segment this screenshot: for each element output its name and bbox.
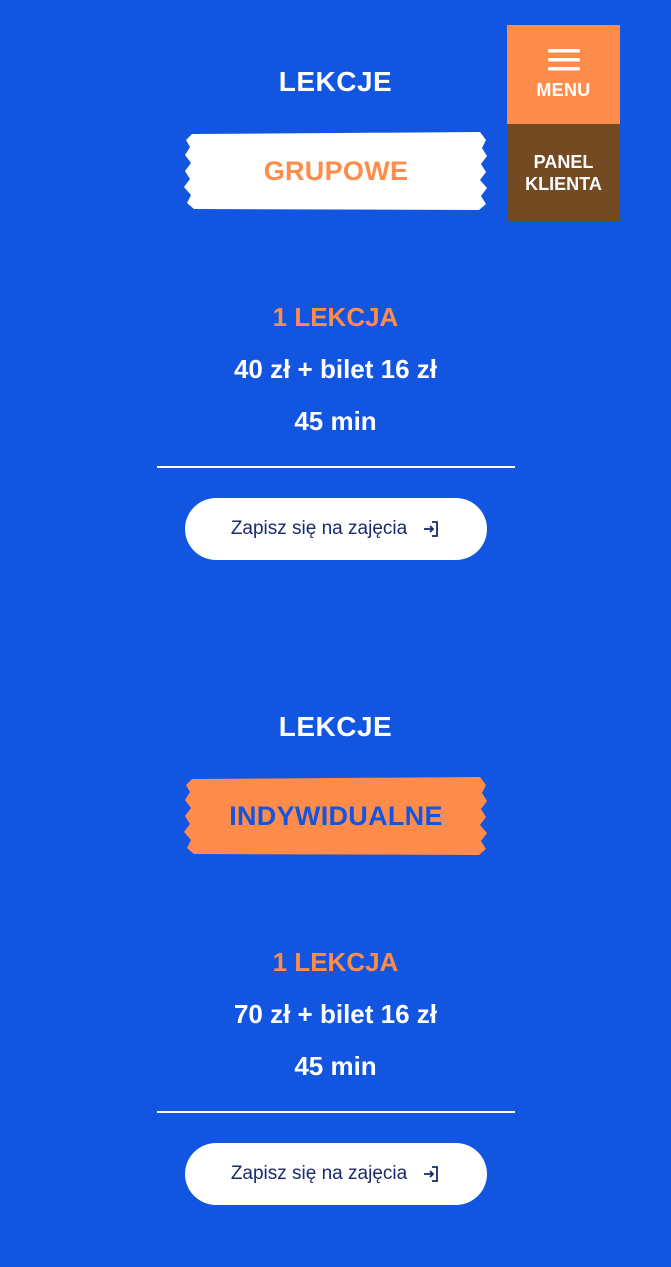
panel-label-line1: PANEL [533,151,594,172]
divider [157,1111,515,1113]
price-title: 1 LEKCJA [272,947,399,977]
sign-in-icon [421,1164,441,1184]
client-panel-button[interactable]: PANEL KLIENTA [507,124,620,221]
price-title: 1 LEKCJA [272,302,399,332]
signup-button-label: Zapisz się na zajęcia [230,518,408,539]
signup-button[interactable]: Zapisz się na zajęcia [185,1143,487,1205]
signup-button[interactable]: Zapisz się na zajęcia [185,498,487,560]
tag-label: INDYWIDUALNE [229,801,443,831]
signup-button-label: Zapisz się na zajęcia [230,1163,408,1184]
section-heading: LEKCJE [278,711,393,742]
panel-label-line2: KLIENTA [525,173,602,194]
tag-indywidualne: INDYWIDUALNE [184,777,488,855]
sign-in-icon [421,519,441,539]
price-value: 70 zł + bilet 16 zł [233,999,438,1029]
hamburger-icon [547,49,580,71]
lesson-duration: 45 min [294,1051,377,1081]
divider [157,466,515,468]
tag-grupowe: GRUPOWE [184,132,488,210]
lesson-duration: 45 min [294,406,377,436]
menu-button[interactable]: MENU [507,25,620,124]
price-value: 40 zł + bilet 16 zł [233,354,438,384]
page: LEKCJE GRUPOWE 1 LEKCJA 40 zł + bilet 16… [0,0,671,1267]
menu-label: MENU [536,80,591,100]
tag-label: GRUPOWE [263,156,409,186]
